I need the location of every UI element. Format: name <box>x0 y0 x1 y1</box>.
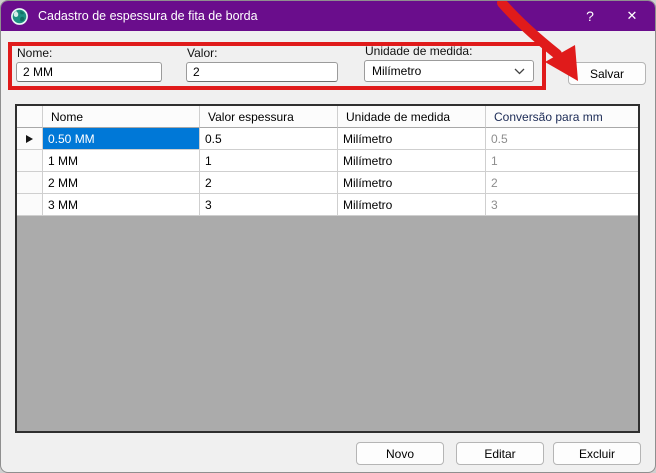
cell-unidade[interactable]: Milímetro <box>338 150 486 172</box>
dialog-window: Cadastro de espessura de fita de borda ?… <box>0 0 656 473</box>
cell-conversao[interactable]: 2 <box>486 172 638 194</box>
table-row[interactable]: 3 MM 3 Milímetro 3 <box>17 194 638 216</box>
column-header-valor[interactable]: Valor espessura <box>200 106 338 128</box>
row-selector[interactable] <box>17 172 43 194</box>
column-header-nome[interactable]: Nome <box>43 106 200 128</box>
cell-nome[interactable]: 1 MM <box>43 150 200 172</box>
grid-empty-area <box>17 216 638 431</box>
globe-icon <box>11 7 28 25</box>
row-selector[interactable] <box>17 128 43 150</box>
column-header-conversao[interactable]: Conversão para mm <box>486 106 638 128</box>
unit-select-value: Milímetro <box>372 64 422 78</box>
cell-conversao[interactable]: 3 <box>486 194 638 216</box>
delete-button[interactable]: Excluir <box>553 442 641 465</box>
cell-valor[interactable]: 2 <box>200 172 338 194</box>
row-selector-header <box>17 106 43 128</box>
edit-button[interactable]: Editar <box>456 442 544 465</box>
table-row[interactable]: 0.50 MM 0.5 Milímetro 0.5 <box>17 128 638 150</box>
thickness-table: Nome Valor espessura Unidade de medida C… <box>15 104 640 433</box>
cell-valor[interactable]: 3 <box>200 194 338 216</box>
row-selector[interactable] <box>17 150 43 172</box>
value-input[interactable] <box>186 62 338 82</box>
row-selector[interactable] <box>17 194 43 216</box>
cell-nome[interactable]: 2 MM <box>43 172 200 194</box>
help-button[interactable]: ? <box>569 1 611 31</box>
chevron-down-icon <box>514 68 525 75</box>
table-row[interactable]: 2 MM 2 Milímetro 2 <box>17 172 638 194</box>
cell-unidade[interactable]: Milímetro <box>338 172 486 194</box>
titlebar: Cadastro de espessura de fita de borda ?… <box>1 1 655 31</box>
window-title: Cadastro de espessura de fita de borda <box>38 9 258 23</box>
save-button[interactable]: Salvar <box>568 62 646 85</box>
cell-nome[interactable]: 0.50 MM <box>43 128 200 150</box>
name-input[interactable] <box>16 62 162 82</box>
name-label: Nome: <box>17 46 53 60</box>
close-button[interactable]: ✕ <box>611 1 653 31</box>
cell-valor[interactable]: 0.5 <box>200 128 338 150</box>
cell-unidade[interactable]: Milímetro <box>338 128 486 150</box>
value-label: Valor: <box>187 46 218 60</box>
cell-conversao[interactable]: 1 <box>486 150 638 172</box>
cell-conversao[interactable]: 0.5 <box>486 128 638 150</box>
cell-valor[interactable]: 1 <box>200 150 338 172</box>
new-button[interactable]: Novo <box>356 442 444 465</box>
cell-nome[interactable]: 3 MM <box>43 194 200 216</box>
cell-unidade[interactable]: Milímetro <box>338 194 486 216</box>
unit-select[interactable]: Milímetro <box>364 60 534 82</box>
unit-label: Unidade de medida: <box>365 44 473 58</box>
current-row-arrow-icon <box>26 134 33 143</box>
column-header-unidade[interactable]: Unidade de medida <box>338 106 486 128</box>
table-row[interactable]: 1 MM 1 Milímetro 1 <box>17 150 638 172</box>
table-header-row: Nome Valor espessura Unidade de medida C… <box>17 106 638 128</box>
